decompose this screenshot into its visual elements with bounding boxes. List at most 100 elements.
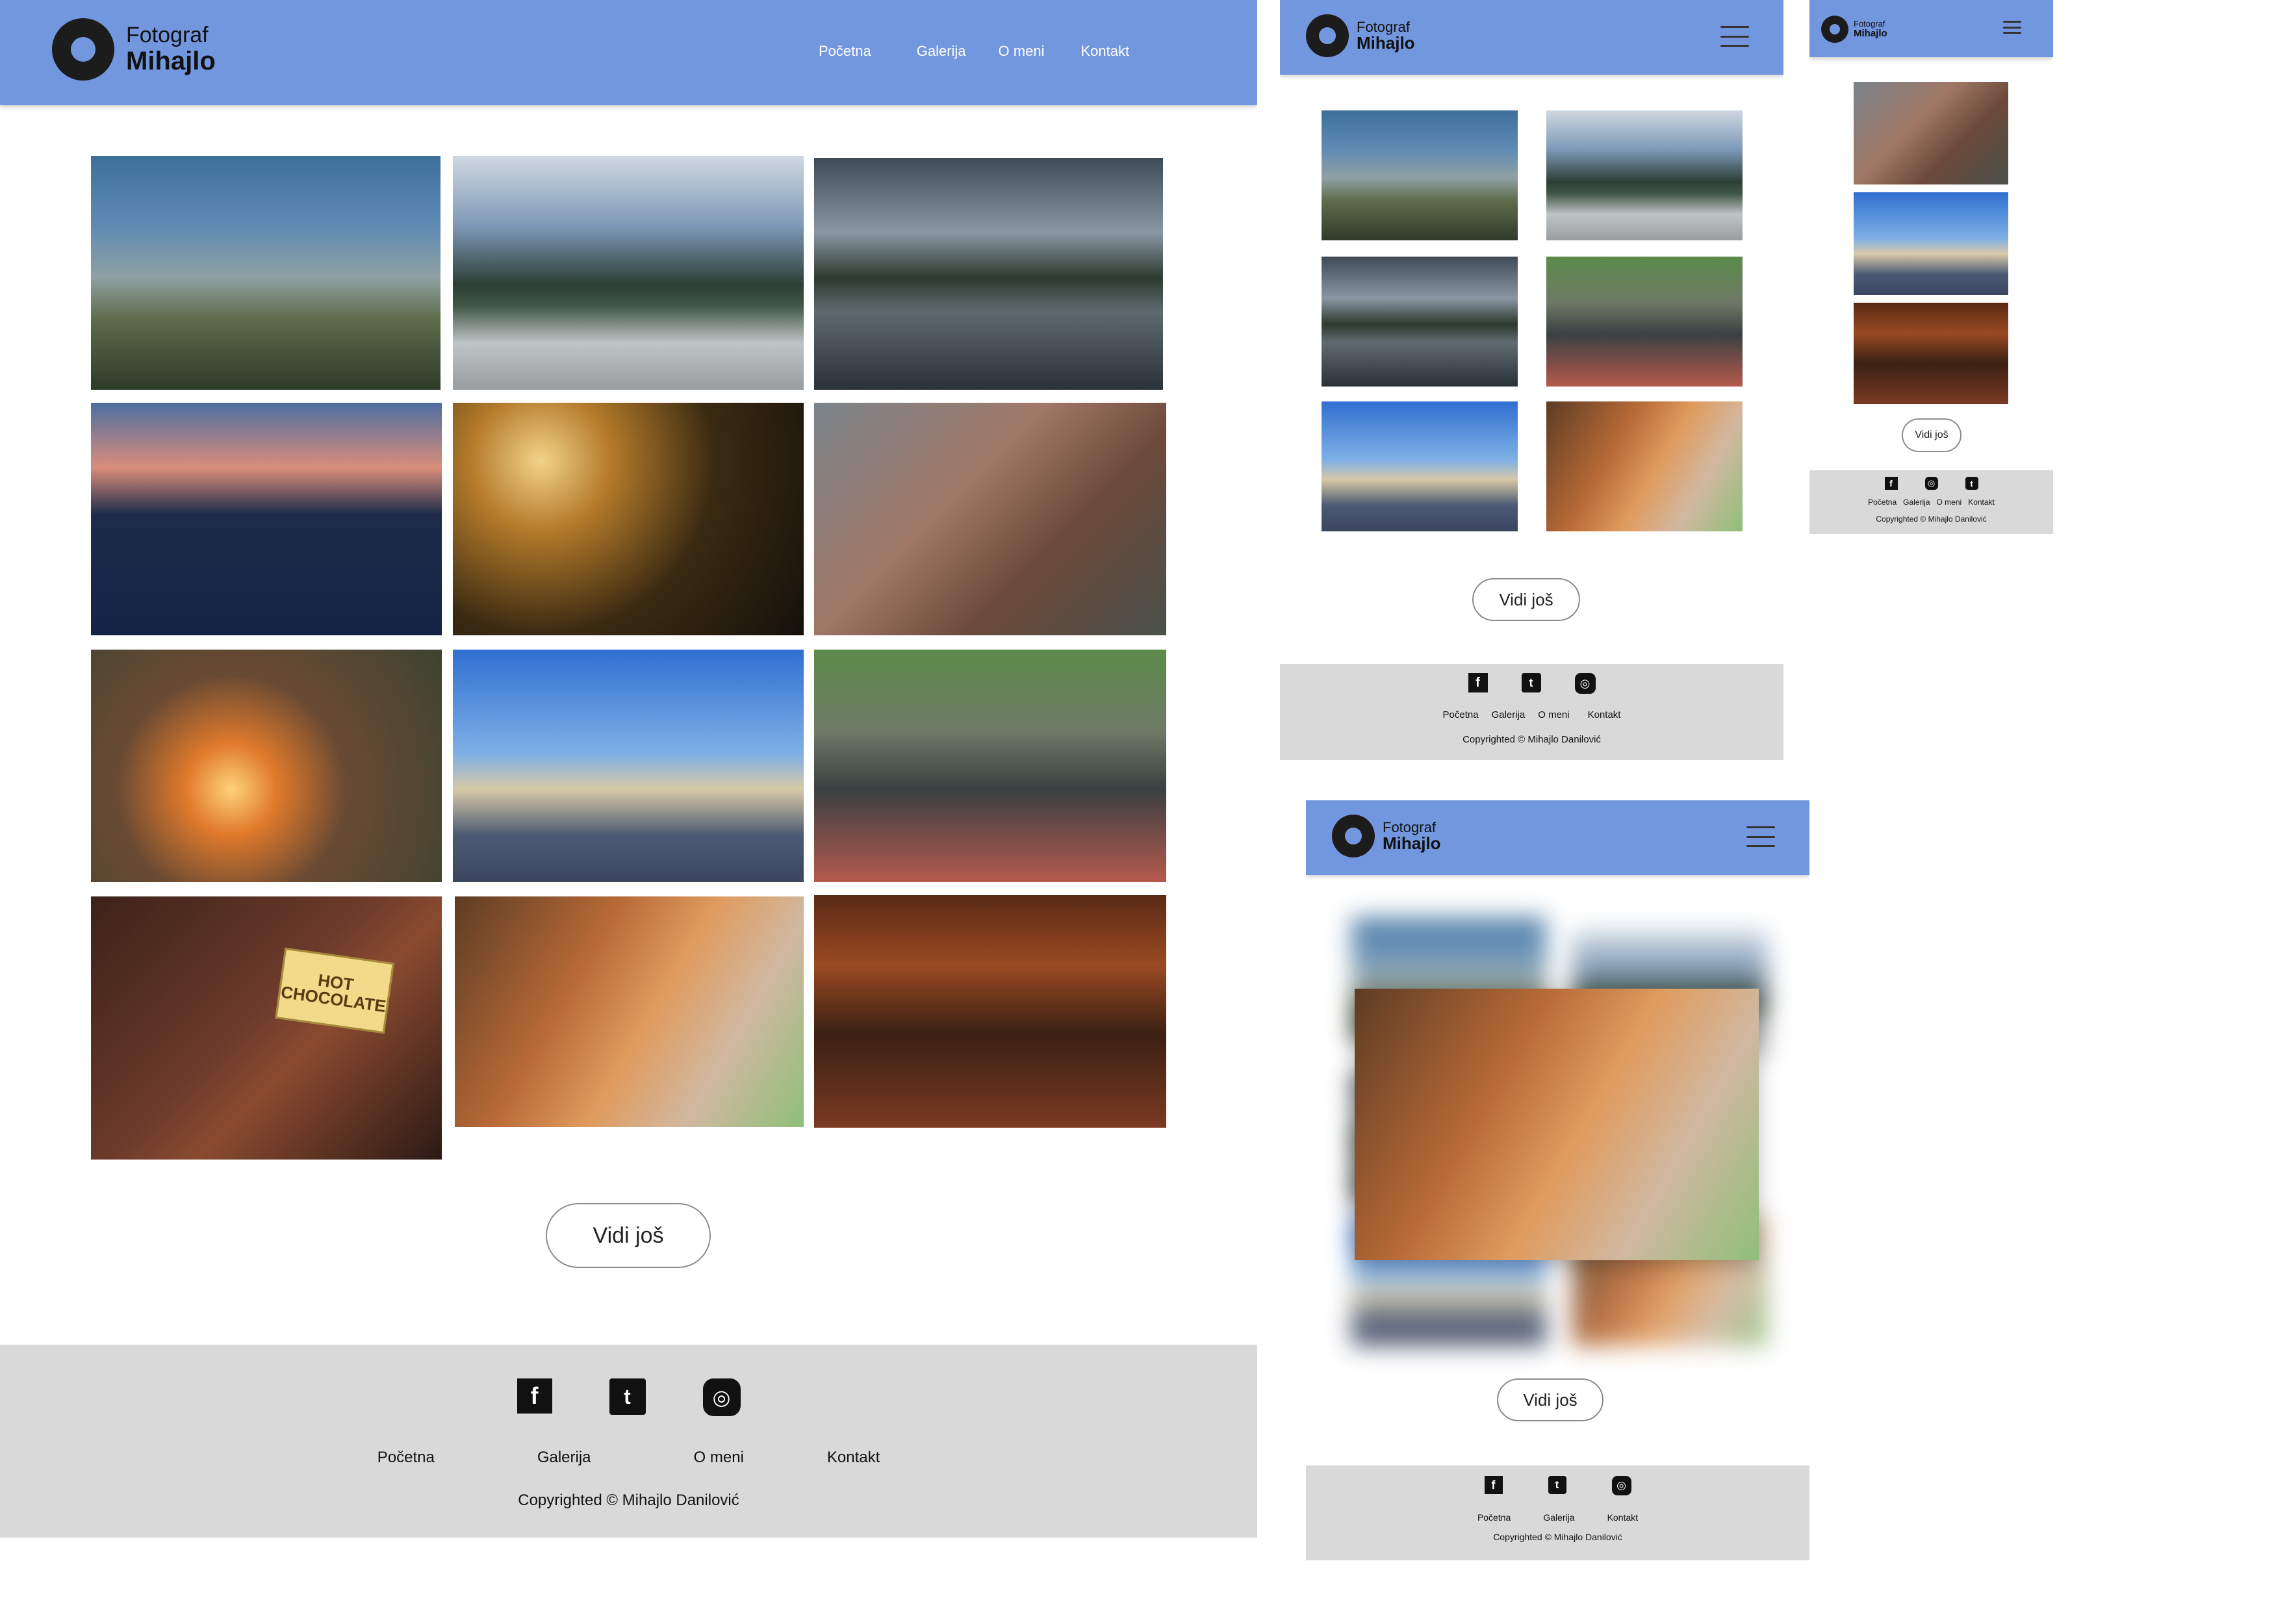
- footer-link-galerija[interactable]: Galerija: [1903, 498, 1930, 507]
- brand-line2: Mihajlo: [1854, 27, 1887, 39]
- footer-link-kontakt[interactable]: Kontakt: [1968, 498, 1995, 507]
- camera-aperture-icon: [52, 18, 114, 81]
- lightbox-footer: f t ◎ Početna Galerija Kontakt Copyright…: [1306, 1465, 1809, 1560]
- footer-links: Početna Galerija O meni Kontakt: [0, 1449, 1257, 1467]
- nav-kontakt[interactable]: Kontakt: [1080, 43, 1129, 60]
- social-icons: f t ◎: [1306, 1476, 1809, 1495]
- site-logo[interactable]: Fotograf Mihajlo: [52, 18, 216, 81]
- photo-tv-tower[interactable]: [1854, 192, 2008, 295]
- hamburger-menu-icon[interactable]: [2003, 21, 2021, 34]
- footer-link-o-meni[interactable]: O meni: [1538, 709, 1569, 720]
- twitter-icon[interactable]: t: [1521, 673, 1541, 692]
- mobile-footer: f ◎ t Početna Galerija O meni Kontakt Co…: [1809, 470, 2053, 534]
- photo-horse[interactable]: [1546, 401, 1743, 531]
- camera-aperture-icon: [1306, 14, 1349, 57]
- footer-link-o-meni[interactable]: O meni: [1937, 498, 1962, 507]
- photo-tv-tower[interactable]: [453, 650, 804, 882]
- social-icons: f t ◎: [0, 1378, 1257, 1416]
- lightbox-frame: Fotograf Mihajlo Vidi još f t ◎ Početna …: [1306, 800, 1809, 1567]
- nav-galerija[interactable]: Galerija: [917, 43, 966, 60]
- camera-aperture-icon: [1332, 815, 1375, 857]
- hamburger-menu-icon[interactable]: [1746, 826, 1775, 847]
- footer-link-pocetna[interactable]: Početna: [377, 1449, 435, 1467]
- photo-bicycles[interactable]: [814, 650, 1166, 882]
- vidi-jos-label: Vidi još: [1915, 429, 1948, 440]
- vidi-jos-button[interactable]: Vidi još: [1902, 418, 1961, 452]
- photo-kotor-bay[interactable]: [814, 403, 1166, 635]
- photo-sunglasses-mountain[interactable]: [453, 156, 804, 390]
- facebook-icon[interactable]: f: [1468, 673, 1488, 692]
- mobile-logo[interactable]: Fotograf Mihajlo: [1821, 16, 1887, 43]
- brand-line2: Mihajlo: [126, 46, 216, 75]
- footer-link-pocetna[interactable]: Početna: [1443, 709, 1479, 720]
- vidi-jos-button[interactable]: Vidi još: [546, 1203, 711, 1268]
- twitter-icon[interactable]: t: [1548, 1476, 1566, 1494]
- facebook-icon[interactable]: f: [1884, 477, 1898, 490]
- photo-binoculars[interactable]: [91, 156, 441, 390]
- hamburger-menu-icon[interactable]: [1720, 26, 1749, 47]
- vidi-jos-label: Vidi još: [593, 1223, 664, 1248]
- photo-tv-tower[interactable]: [1322, 401, 1518, 531]
- instagram-icon[interactable]: ◎: [702, 1378, 741, 1416]
- mobile-frame: Fotograf Mihajlo Vidi još f ◎ t Početna …: [1809, 0, 2053, 534]
- photo-bicycles[interactable]: [1546, 257, 1743, 387]
- photo-dog-campfire[interactable]: [91, 650, 442, 882]
- footer-link-pocetna[interactable]: Početna: [1868, 498, 1897, 507]
- vidi-jos-label: Vidi još: [1499, 589, 1553, 609]
- copyright-text: Copyrighted © Mihajlo Danilović: [518, 1491, 739, 1509]
- footer-links: Početna Galerija Kontakt: [1306, 1512, 1809, 1523]
- footer-link-galerija[interactable]: Galerija: [1543, 1512, 1574, 1523]
- camera-aperture-icon: [1821, 16, 1848, 43]
- desktop-footer: f t ◎ Početna Galerija O meni Kontakt Co…: [0, 1345, 1257, 1538]
- vidi-jos-label: Vidi još: [1523, 1389, 1578, 1410]
- photo-mountain-lake[interactable]: [1322, 257, 1518, 387]
- lightbox-image-horse[interactable]: [1355, 989, 1759, 1260]
- instagram-icon[interactable]: ◎: [1611, 1476, 1631, 1495]
- tablet-header: Fotograf Mihajlo: [1280, 0, 1783, 75]
- desktop-header: Fotograf Mihajlo Početna Galerija O meni…: [0, 0, 1257, 105]
- instagram-icon[interactable]: ◎: [1574, 673, 1596, 694]
- mobile-header: Fotograf Mihajlo: [1809, 0, 2053, 57]
- footer-link-pocetna[interactable]: Početna: [1477, 1512, 1511, 1523]
- footer-link-kontakt[interactable]: Kontakt: [1607, 1512, 1638, 1523]
- nav-o-meni[interactable]: O meni: [999, 43, 1045, 60]
- facebook-icon[interactable]: f: [517, 1378, 552, 1414]
- photo-sunglasses-mountain[interactable]: [1546, 110, 1743, 240]
- footer-link-galerija[interactable]: Galerija: [537, 1449, 591, 1467]
- hot-chocolate-sign: HOT CHOCOLATE: [275, 947, 394, 1034]
- footer-link-kontakt[interactable]: Kontakt: [827, 1449, 880, 1467]
- brand-line1: Fotograf: [1854, 19, 1885, 29]
- tablet-frame: Fotograf Mihajlo Vidi još f t ◎ Početna …: [1280, 0, 1783, 760]
- photo-bokeh-leaves[interactable]: [453, 403, 804, 635]
- twitter-icon[interactable]: t: [609, 1378, 646, 1415]
- instagram-icon[interactable]: ◎: [1924, 477, 1938, 490]
- photo-hot-chocolate-sign[interactable]: HOT CHOCOLATE: [91, 896, 442, 1160]
- footer-link-kontakt[interactable]: Kontakt: [1588, 709, 1621, 720]
- footer-link-galerija[interactable]: Galerija: [1492, 709, 1526, 720]
- photo-cafe-interior[interactable]: [814, 895, 1166, 1128]
- nav-pocetna[interactable]: Početna: [819, 43, 871, 60]
- lightbox-logo[interactable]: Fotograf Mihajlo: [1332, 815, 1441, 857]
- photo-mountain-lake[interactable]: [814, 158, 1163, 390]
- copyright-text: Copyrighted © Mihajlo Danilović: [1876, 514, 1987, 524]
- footer-links: Početna Galerija O meni Kontakt: [1280, 709, 1783, 720]
- brand-line1: Fotograf: [1383, 818, 1436, 835]
- desktop-frame: Fotograf Mihajlo Početna Galerija O meni…: [0, 0, 1257, 1546]
- photo-dusk-lake[interactable]: [91, 403, 442, 635]
- photo-kotor-bay[interactable]: [1854, 82, 2008, 184]
- tablet-logo[interactable]: Fotograf Mihajlo: [1306, 14, 1415, 57]
- photo-binoculars[interactable]: [1322, 110, 1518, 240]
- tablet-footer: f t ◎ Početna Galerija O meni Kontakt Co…: [1280, 664, 1783, 760]
- brand-line2: Mihajlo: [1357, 32, 1415, 53]
- facebook-icon[interactable]: f: [1484, 1476, 1503, 1494]
- photo-horse[interactable]: [455, 896, 804, 1127]
- footer-links: Početna Galerija O meni Kontakt: [1809, 498, 2053, 507]
- lightbox-header: Fotograf Mihajlo: [1306, 800, 1809, 875]
- vidi-jos-button[interactable]: Vidi još: [1497, 1378, 1603, 1421]
- twitter-icon[interactable]: t: [1965, 477, 1978, 490]
- copyright-text: Copyrighted © Mihajlo Danilović: [1463, 734, 1601, 745]
- photo-cafe-interior[interactable]: [1854, 303, 2008, 404]
- footer-link-o-meni[interactable]: O meni: [694, 1449, 744, 1467]
- social-icons: f t ◎: [1280, 673, 1783, 694]
- vidi-jos-button[interactable]: Vidi još: [1472, 578, 1580, 621]
